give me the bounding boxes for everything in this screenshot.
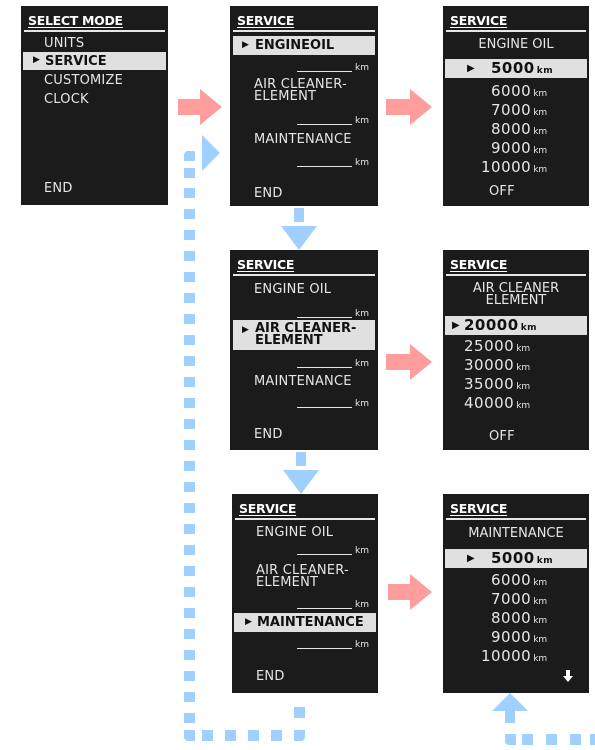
return-path-dotted-line (184, 151, 595, 745)
